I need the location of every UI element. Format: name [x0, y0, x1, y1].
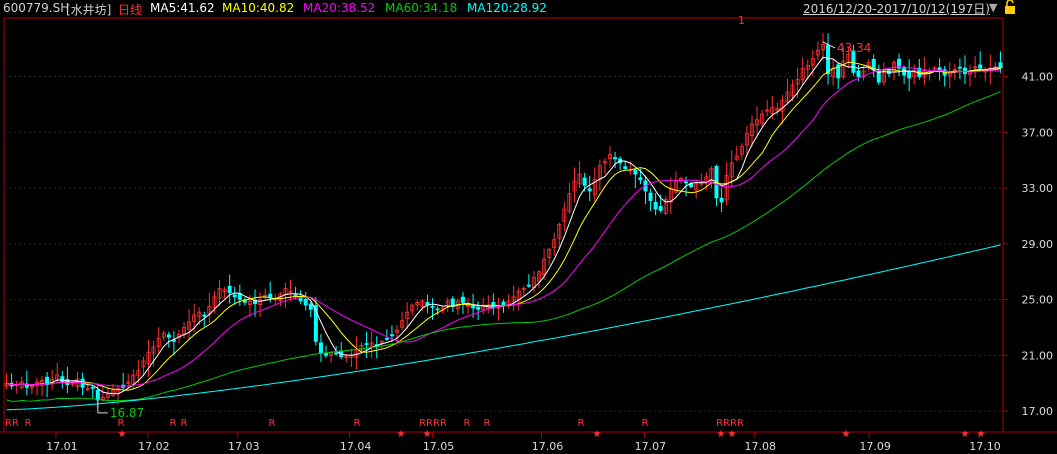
- star-marker: ★: [423, 429, 432, 440]
- candle-body: [587, 188, 592, 192]
- candle-body: [501, 301, 506, 306]
- candle-body: [684, 181, 689, 184]
- r-marker: R: [25, 418, 32, 429]
- candle-body: [856, 70, 861, 77]
- y-tick-label: 21.00: [1022, 349, 1054, 362]
- ma120-line: [6, 244, 1001, 411]
- candle-body: [318, 342, 323, 353]
- candle-body: [653, 201, 658, 210]
- r-marker: RRRR: [716, 418, 744, 429]
- y-tick-label: 33.00: [1022, 182, 1054, 195]
- candle-body: [268, 293, 273, 298]
- x-tick-label: 17.10: [969, 440, 1001, 453]
- candle-body: [658, 206, 663, 211]
- candle-body: [90, 386, 95, 389]
- x-tick-label: 17.05: [423, 440, 455, 453]
- candle-body: [978, 64, 983, 69]
- candle-body: [826, 44, 831, 75]
- star-marker: ★: [118, 429, 127, 440]
- candle-body: [384, 337, 389, 340]
- x-tick-label: 17.01: [46, 440, 78, 453]
- candlestick-chart: 41.00 37.00 33.00 29.00 25.00 21.00 17.00 17.01…: [0, 17, 1057, 453]
- high-label: 43.34: [837, 41, 871, 55]
- candle-body: [232, 294, 237, 298]
- candle-body: [166, 334, 171, 338]
- ma5-legend: MA5:41.62: [150, 1, 215, 15]
- stock-name: [水井坊]: [66, 3, 112, 17]
- x-tick-label: 17.09: [859, 440, 891, 453]
- star-marker: ★: [977, 429, 986, 440]
- ma10-legend: MA10:40.82: [222, 1, 295, 15]
- star-marker: ★: [397, 429, 406, 440]
- r-marker: R: [464, 418, 471, 429]
- candle-body: [202, 314, 207, 317]
- candle-body: [526, 284, 531, 287]
- candle-body: [460, 296, 465, 303]
- period-label[interactable]: 日线: [118, 1, 142, 18]
- low-label: 16.87: [110, 406, 144, 420]
- ma20-line: [6, 66, 1001, 387]
- candle-body: [430, 305, 435, 308]
- r-marker: R: [578, 418, 585, 429]
- candle-body: [303, 299, 308, 306]
- y-tick-label: 17.00: [1022, 405, 1054, 418]
- candle-body: [638, 177, 643, 181]
- ma60-line: [6, 91, 1001, 402]
- candle-body: [582, 177, 587, 186]
- x-tick-label: 17.06: [532, 440, 564, 453]
- candle-body: [648, 192, 653, 202]
- x-tick-label: 17.04: [340, 440, 372, 453]
- y-tick-label: 41.00: [1022, 71, 1054, 84]
- candle-body: [719, 197, 724, 203]
- star-marker: ★: [961, 429, 970, 440]
- candle-body: [623, 166, 628, 169]
- candle-body: [389, 334, 394, 337]
- r-marker: R: [642, 418, 649, 429]
- r-marker: R: [118, 418, 125, 429]
- date-range[interactable]: 2016/12/20-2017/10/12(197日): [803, 0, 990, 17]
- star-marker: ★: [717, 429, 726, 440]
- candle-body: [435, 308, 440, 311]
- candle-body: [957, 66, 962, 69]
- y-tick-label: 25.00: [1022, 294, 1054, 307]
- r-marker: R: [354, 418, 361, 429]
- candle-body: [471, 305, 476, 309]
- candle-body: [998, 62, 1003, 69]
- candle-body: [907, 70, 912, 79]
- candle-body: [334, 352, 339, 355]
- candle-body: [962, 67, 967, 75]
- ma20-legend: MA20:38.52: [303, 1, 376, 15]
- x-tick-label: 17.03: [228, 440, 260, 453]
- candle-body: [227, 285, 232, 294]
- x-tick-label: 17.08: [744, 440, 776, 453]
- candle-body: [613, 157, 618, 160]
- r-marker: R: [484, 418, 491, 429]
- candle-body: [60, 376, 65, 383]
- ma5-line: [6, 56, 1001, 395]
- dropdown-icon[interactable]: ▼: [989, 1, 997, 14]
- x-tick-label: 17.02: [138, 440, 170, 453]
- r-marker: RRRR: [419, 418, 447, 429]
- y-tick-label: 29.00: [1022, 238, 1054, 251]
- candle-body: [364, 343, 369, 345]
- candle-body: [633, 169, 638, 175]
- r-marker: RR: [5, 418, 19, 429]
- x-tick-label: 17.07: [635, 440, 667, 453]
- stock-code: 600779.SH: [3, 1, 70, 15]
- ma60-legend: MA60:34.18: [385, 1, 458, 15]
- r-marker: R: [170, 418, 177, 429]
- r-marker: R: [181, 418, 188, 429]
- candle-body: [95, 389, 100, 401]
- r-marker: R: [269, 418, 276, 429]
- y-tick-label: 37.00: [1022, 126, 1054, 139]
- star-marker: ★: [728, 429, 737, 440]
- star-marker: ★: [842, 429, 851, 440]
- ma120-legend: MA120:28.92: [467, 1, 547, 15]
- candle-body: [308, 303, 313, 310]
- lock-icon[interactable]: [1003, 0, 1017, 18]
- ma10-line: [6, 61, 1001, 391]
- top-marker: 1: [738, 14, 745, 27]
- candle-body: [476, 306, 481, 310]
- star-marker: ★: [593, 429, 602, 440]
